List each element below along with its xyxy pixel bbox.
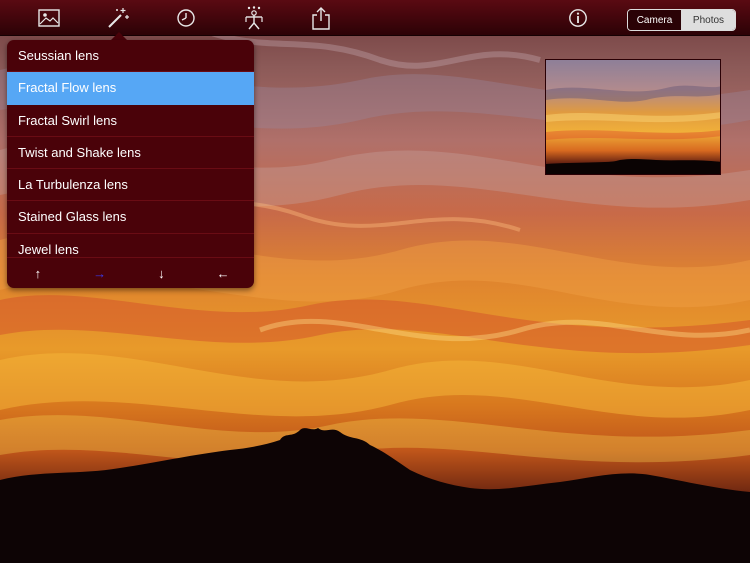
lens-list[interactable]: Seussian lens Fractal Flow lens Fractal … — [7, 40, 254, 257]
nav-down-arrow-icon[interactable]: ↓ — [131, 258, 193, 288]
party-figure-icon — [245, 6, 263, 30]
lens-item-fractal-swirl[interactable]: Fractal Swirl lens — [7, 105, 254, 137]
lens-item-twist-and-shake[interactable]: Twist and Shake lens — [7, 137, 254, 170]
nav-right-arrow-icon[interactable]: → — [69, 258, 131, 288]
photo-library-button[interactable] — [35, 4, 63, 32]
history-button[interactable] — [172, 4, 200, 32]
lens-nav-row: ↑ → ↓ ← — [7, 257, 254, 288]
info-button[interactable] — [564, 4, 592, 32]
clock-icon — [177, 9, 195, 27]
nav-left-arrow-icon[interactable]: ← — [192, 258, 254, 288]
lens-item-stained-glass[interactable]: Stained Glass lens — [7, 201, 254, 234]
thumbnail-image — [546, 60, 720, 174]
share-icon — [312, 7, 330, 30]
lens-item-seussian[interactable]: Seussian lens — [7, 40, 254, 73]
app-window: Camera Photos Seussian lens Fractal Flow… — [0, 0, 750, 563]
lens-item-la-turbulenza[interactable]: La Turbulenza lens — [7, 169, 254, 202]
share-button[interactable] — [307, 4, 335, 32]
original-photo-thumbnail[interactable] — [545, 59, 721, 175]
lens-menu-button[interactable] — [104, 4, 132, 32]
lens-item-jewel[interactable]: Jewel lens — [7, 234, 254, 257]
effects-button[interactable] — [240, 4, 268, 32]
lens-popover: Seussian lens Fractal Flow lens Fractal … — [7, 40, 254, 288]
camera-segment[interactable]: Camera — [628, 10, 682, 30]
top-toolbar: Camera Photos — [0, 0, 750, 36]
nav-up-arrow-icon[interactable]: ↑ — [7, 258, 69, 288]
magic-wand-icon — [108, 8, 129, 28]
source-segmented-control: Camera Photos — [627, 9, 736, 31]
lens-item-fractal-flow[interactable]: Fractal Flow lens — [7, 72, 254, 105]
photos-segment[interactable]: Photos — [682, 10, 735, 30]
info-icon — [569, 9, 587, 27]
photo-library-icon — [38, 9, 60, 27]
